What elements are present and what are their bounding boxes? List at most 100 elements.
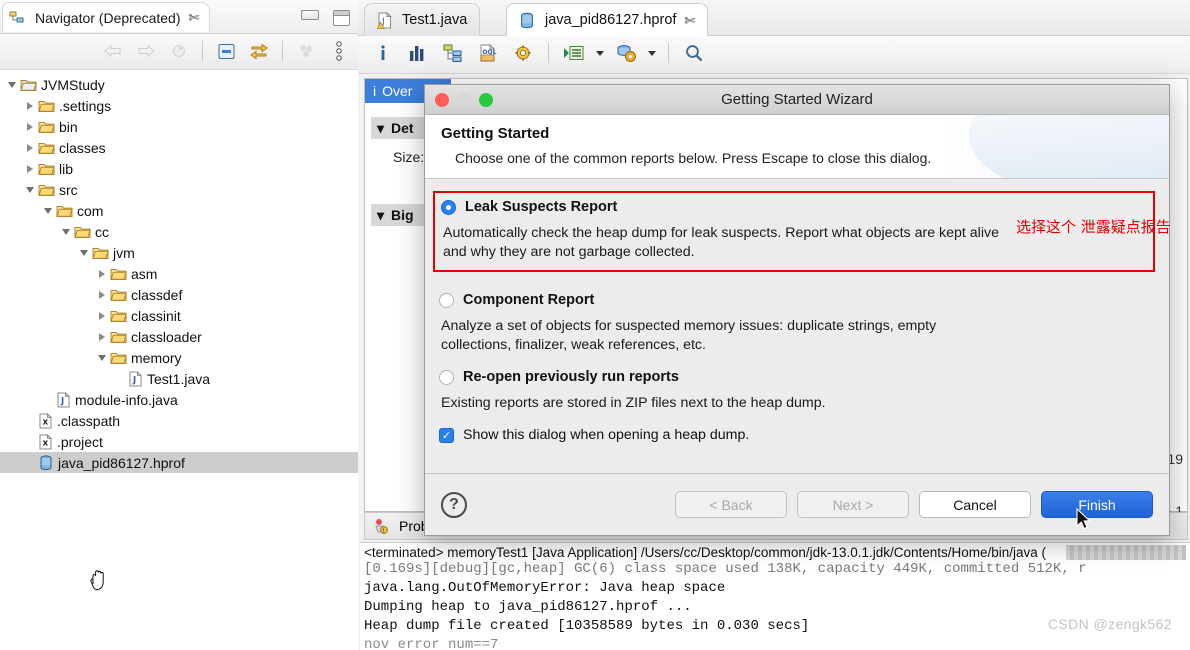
help-button[interactable]: ? bbox=[441, 491, 467, 518]
open-query-browser-icon[interactable] bbox=[561, 40, 587, 66]
collapse-twisty-icon[interactable] bbox=[4, 77, 20, 93]
tree-item-memory[interactable]: memory bbox=[0, 347, 358, 368]
tree-item-settings[interactable]: .settings bbox=[0, 95, 358, 116]
tree-item-classdef[interactable]: classdef bbox=[0, 284, 358, 305]
collapse-twisty-icon[interactable] bbox=[40, 203, 56, 219]
close-icon[interactable]: ✄ bbox=[684, 14, 695, 27]
heap-dump-icon bbox=[38, 455, 54, 471]
details-label: Det bbox=[391, 120, 414, 136]
tree-item-label: classes bbox=[59, 139, 106, 156]
info-icon: i bbox=[373, 83, 377, 99]
back-button[interactable]: < Back bbox=[675, 491, 787, 518]
console-view[interactable]: <terminated> memoryTest1 [Java Applicati… bbox=[360, 542, 1190, 650]
dialog-title: Getting Started Wizard bbox=[721, 91, 873, 108]
tree-item-label: Test1.java bbox=[147, 370, 211, 387]
editor-tab-hprof[interactable]: java_pid86127.hprof ✄ bbox=[506, 3, 709, 36]
chevron-down-icon-2[interactable] bbox=[648, 50, 656, 56]
collapse-twisty-icon[interactable] bbox=[94, 350, 110, 366]
collapse-twisty-icon[interactable] bbox=[22, 182, 38, 198]
finish-button[interactable]: Finish bbox=[1041, 491, 1153, 518]
close-window-icon[interactable] bbox=[435, 93, 449, 107]
collapse-twisty-icon[interactable] bbox=[58, 224, 74, 240]
expand-twisty-icon[interactable] bbox=[94, 266, 110, 282]
editor-tab-label: Test1.java bbox=[402, 12, 468, 28]
next-button[interactable]: Next > bbox=[797, 491, 909, 518]
overview-info-icon[interactable] bbox=[370, 40, 396, 66]
tree-item-label: classloader bbox=[131, 328, 202, 345]
filters-icon[interactable] bbox=[293, 38, 319, 64]
folder-icon bbox=[38, 119, 55, 134]
forward-arrow-icon[interactable] bbox=[133, 38, 159, 64]
chevron-down-icon[interactable] bbox=[596, 50, 604, 56]
tree-item-cc[interactable]: cc bbox=[0, 221, 358, 242]
radio-leak-suspects[interactable] bbox=[441, 199, 456, 215]
tree-item-label: JVMStudy bbox=[41, 76, 105, 93]
collapse-twisty-icon[interactable] bbox=[76, 245, 92, 261]
tree-item-classpath[interactable]: x .classpath bbox=[0, 410, 358, 431]
overview-tab-label: Over bbox=[382, 83, 413, 99]
minimize-icon[interactable] bbox=[301, 10, 319, 20]
tree-item-test1-java[interactable]: J Test1.java bbox=[0, 368, 358, 389]
oql-icon[interactable]: OQL bbox=[475, 40, 501, 66]
project-tree[interactable]: JVMStudy .settings bin classes lib src c… bbox=[0, 70, 358, 650]
tree-item-label: .settings bbox=[59, 97, 112, 114]
console-line: [0.169s][debug][gc,heap] GC(6) class spa… bbox=[364, 561, 1087, 577]
settings-icon[interactable] bbox=[510, 40, 536, 66]
tree-item-label: cc bbox=[95, 223, 109, 240]
tree-item-asm[interactable]: asm bbox=[0, 263, 358, 284]
link-with-editor-icon[interactable] bbox=[246, 38, 272, 64]
histogram-icon[interactable] bbox=[405, 40, 431, 66]
tree-item-project[interactable]: x .project bbox=[0, 431, 358, 452]
view-menu-icon[interactable] bbox=[326, 38, 352, 64]
show-dialog-checkbox-row[interactable]: ✓ Show this dialog when opening a heap d… bbox=[439, 427, 1155, 443]
folder-icon bbox=[56, 203, 73, 218]
console-line: nov error num==7 bbox=[364, 637, 499, 650]
collapse-all-icon[interactable] bbox=[213, 38, 239, 64]
expand-twisty-icon[interactable] bbox=[22, 98, 38, 114]
minimize-window-icon[interactable] bbox=[457, 93, 471, 107]
expand-twisty-icon[interactable] bbox=[94, 329, 110, 345]
tree-item-classinit[interactable]: classinit bbox=[0, 305, 358, 326]
tree-item-src[interactable]: src bbox=[0, 179, 358, 200]
radio-component-report[interactable] bbox=[439, 292, 454, 308]
tree-item-module-info-java[interactable]: J module-info.java bbox=[0, 389, 358, 410]
search-icon[interactable] bbox=[681, 40, 707, 66]
back-arrow-icon[interactable] bbox=[100, 38, 126, 64]
navigator-tab[interactable]: Navigator (Deprecated) ✄ bbox=[2, 2, 211, 32]
option-component-report[interactable]: Component Report Analyze a set of object… bbox=[439, 292, 1155, 355]
tree-item-label: java_pid86127.hprof bbox=[58, 454, 185, 471]
size-label: Size: bbox=[393, 149, 425, 165]
cancel-button[interactable]: Cancel bbox=[919, 491, 1031, 518]
expand-twisty-icon[interactable] bbox=[22, 119, 38, 135]
tree-item-label: module-info.java bbox=[75, 391, 178, 408]
expand-twisty-icon[interactable] bbox=[22, 161, 38, 177]
editor-tab-test1-java[interactable]: J Test1.java bbox=[364, 3, 481, 36]
toolbar-separator-2 bbox=[282, 41, 283, 61]
tree-item-bin[interactable]: bin bbox=[0, 116, 358, 137]
tree-item-jvm[interactable]: jvm bbox=[0, 242, 358, 263]
tree-item-com[interactable]: com bbox=[0, 200, 358, 221]
option-description: Existing reports are stored in ZIP files… bbox=[441, 395, 826, 411]
radio-reopen-reports[interactable] bbox=[439, 369, 454, 385]
folder-icon bbox=[74, 224, 91, 239]
tree-item-classloader[interactable]: classloader bbox=[0, 326, 358, 347]
option-reopen-reports[interactable]: Re-open previously run reports Existing … bbox=[439, 369, 1155, 413]
editor-toolbar: OQL bbox=[358, 36, 1190, 74]
zoom-window-icon[interactable] bbox=[479, 93, 493, 107]
refresh-icon[interactable] bbox=[166, 38, 192, 64]
close-icon[interactable]: ✄ bbox=[189, 11, 200, 24]
folder-icon bbox=[38, 140, 55, 155]
maximize-icon[interactable] bbox=[333, 10, 350, 26]
tree-item-lib[interactable]: lib bbox=[0, 158, 358, 179]
tree-item-java-pid86127-hprof[interactable]: java_pid86127.hprof bbox=[0, 452, 358, 473]
expand-twisty-icon[interactable] bbox=[94, 287, 110, 303]
tree-item-classes[interactable]: classes bbox=[0, 137, 358, 158]
dialog-header: Getting Started Choose one of the common… bbox=[425, 115, 1169, 179]
expand-twisty-icon[interactable] bbox=[22, 140, 38, 156]
heap-dump-actions-icon[interactable] bbox=[613, 40, 639, 66]
svg-text:!: ! bbox=[383, 528, 385, 534]
tree-item-jvmstudy[interactable]: JVMStudy bbox=[0, 74, 358, 95]
expand-twisty-icon[interactable] bbox=[94, 308, 110, 324]
checkbox-show-dialog[interactable]: ✓ bbox=[439, 427, 454, 443]
dominator-tree-icon[interactable] bbox=[440, 40, 466, 66]
